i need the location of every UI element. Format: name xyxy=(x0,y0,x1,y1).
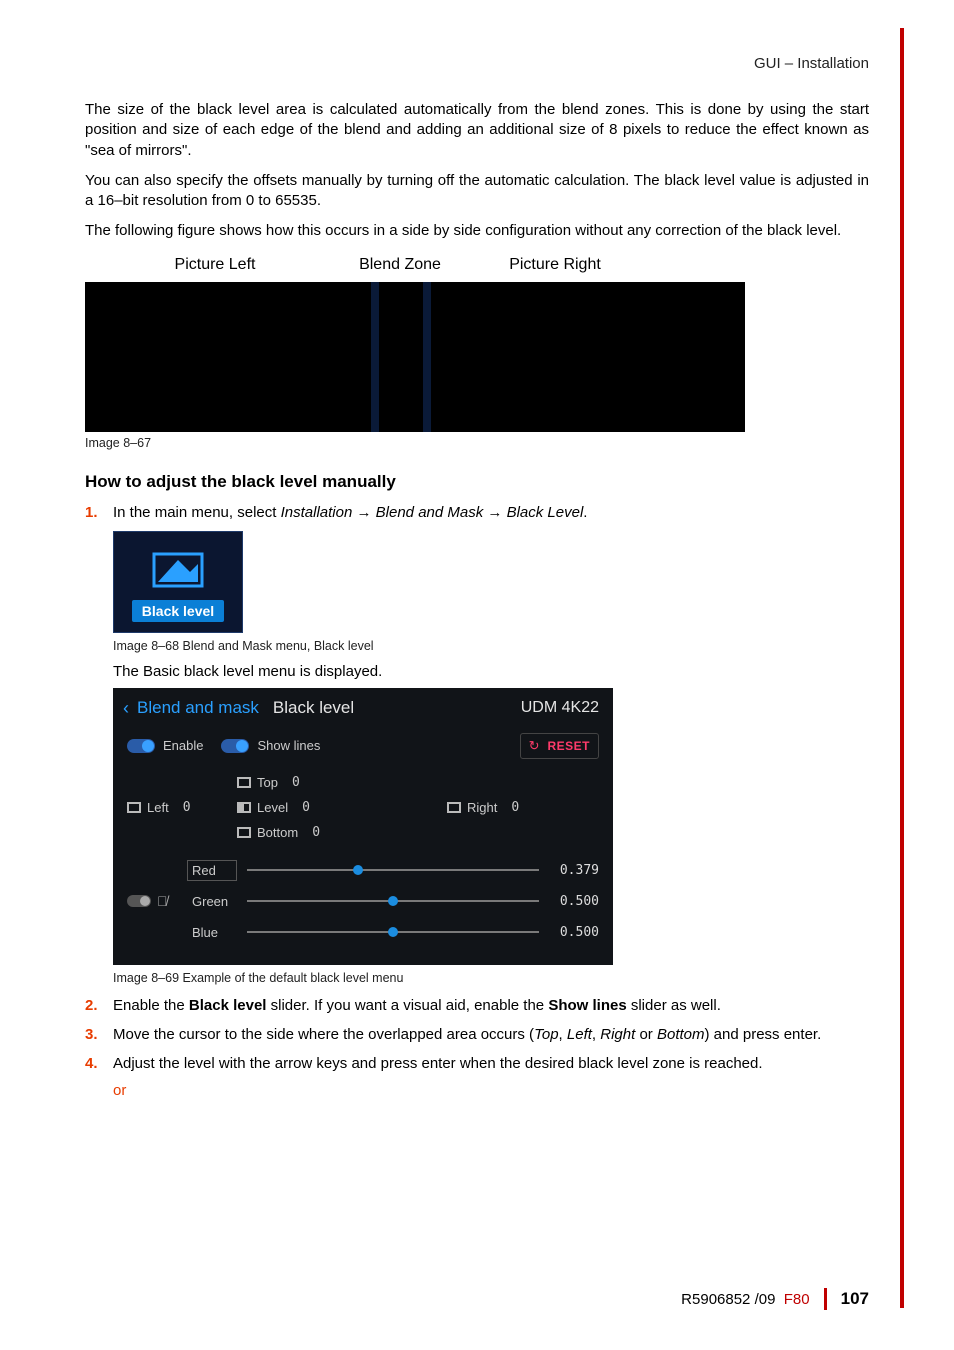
showlines-toggle[interactable] xyxy=(221,739,249,753)
edge-right[interactable]: Right0 xyxy=(447,800,519,815)
header-section: GUI – Installation xyxy=(85,55,869,72)
slider-green-value: 0.500 xyxy=(549,894,599,909)
step-3-body: Move the cursor to the side where the ov… xyxy=(113,1024,869,1045)
footer-page-number: 107 xyxy=(841,1289,869,1309)
step-4-body: Adjust the level with the arrow keys and… xyxy=(113,1053,869,1074)
menu-toggles-row: Enable Show lines ↻ RESET xyxy=(113,727,613,765)
step-3: 3. Move the cursor to the side where the… xyxy=(85,1024,869,1045)
black-level-tile[interactable]: Black level xyxy=(113,531,243,633)
menu-title: Black level xyxy=(273,698,354,718)
basic-menu-line: The Basic black level menu is displayed. xyxy=(113,663,869,680)
black-level-icon xyxy=(150,550,206,590)
slider-blue[interactable] xyxy=(247,931,539,933)
caption-image-8-67: Image 8–67 xyxy=(85,436,869,450)
edge-left[interactable]: Left0 xyxy=(127,800,237,815)
blend-diagram xyxy=(85,282,745,432)
diagram-label-mid: Blend Zone xyxy=(345,256,455,274)
page-footer: R5906852 /09 F80 107 xyxy=(681,1288,869,1310)
slider-green-row: 👁̸ Green 0.500 xyxy=(127,891,599,912)
edge-top[interactable]: Top0 xyxy=(237,775,300,790)
step-4: 4. Adjust the level with the arrow keys … xyxy=(85,1053,869,1074)
black-level-tile-label: Black level xyxy=(132,600,224,622)
page-edge-rule xyxy=(900,28,904,1308)
reset-icon: ↻ xyxy=(529,738,540,754)
caption-image-8-69: Image 8–69 Example of the default black … xyxy=(113,971,869,985)
slider-blue-row: Blue 0.500 xyxy=(127,922,599,943)
intro-para-3: The following figure shows how this occu… xyxy=(85,221,869,241)
enable-label: Enable xyxy=(163,738,203,753)
step-2-body: Enable the Black level slider. If you wa… xyxy=(113,995,869,1016)
showlines-label: Show lines xyxy=(257,738,320,753)
back-chevron-icon[interactable]: ‹ xyxy=(123,698,129,719)
menu-header: ‹ Blend and mask Black level UDM 4K22 xyxy=(113,688,613,727)
enable-toggle[interactable] xyxy=(127,739,155,753)
caption-image-8-68: Image 8–68 Blend and Mask menu, Black le… xyxy=(113,639,869,653)
diagram-label-right: Picture Right xyxy=(455,256,655,274)
step-3-number: 3. xyxy=(85,1024,113,1045)
step-2-number: 2. xyxy=(85,995,113,1016)
gain-toggle[interactable] xyxy=(127,895,151,907)
menu-edges-grid: Top0 Left0 Level0 Right0 Bottom0 xyxy=(113,765,613,856)
color-sliders: Red 0.379 👁̸ Green 0.500 Blue 0.500 xyxy=(113,856,613,965)
footer-divider xyxy=(824,1288,827,1310)
step-2: 2. Enable the Black level slider. If you… xyxy=(85,995,869,1016)
footer-docnum: R5906852 /09 xyxy=(681,1291,775,1308)
step-1-body: In the main menu, select Installation → … xyxy=(113,502,869,523)
slider-red[interactable] xyxy=(247,869,539,871)
slider-green[interactable] xyxy=(247,900,539,902)
step-1: 1. In the main menu, select Installation… xyxy=(85,502,869,523)
heading-adjust-black-level: How to adjust the black level manually xyxy=(85,472,869,492)
breadcrumb-blend-and-mask[interactable]: Blend and mask xyxy=(137,698,259,718)
step-4-number: 4. xyxy=(85,1053,113,1074)
slider-blue-value: 0.500 xyxy=(549,925,599,940)
slider-green-label[interactable]: Green xyxy=(187,891,237,912)
slider-red-row: Red 0.379 xyxy=(127,860,599,881)
reset-label: RESET xyxy=(547,739,590,753)
edge-level[interactable]: Level0 xyxy=(237,800,377,815)
diagram-label-left: Picture Left xyxy=(85,256,345,274)
step-1-number: 1. xyxy=(85,502,113,523)
intro-para-2: You can also specify the offsets manuall… xyxy=(85,171,869,212)
reset-button[interactable]: ↻ RESET xyxy=(520,733,599,759)
slider-red-value: 0.379 xyxy=(549,863,599,878)
black-level-menu: ‹ Blend and mask Black level UDM 4K22 En… xyxy=(113,688,613,965)
intro-para-1: The size of the black level area is calc… xyxy=(85,100,869,161)
diagram-labels: Picture Left Blend Zone Picture Right xyxy=(85,256,869,274)
edge-bottom[interactable]: Bottom0 xyxy=(237,825,320,840)
step-4-or: or xyxy=(113,1082,869,1099)
eye-off-icon[interactable]: 👁̸ xyxy=(157,893,168,909)
device-name: UDM 4K22 xyxy=(521,699,599,717)
footer-model: F80 xyxy=(784,1291,810,1308)
slider-blue-label[interactable]: Blue xyxy=(187,922,237,943)
slider-red-label[interactable]: Red xyxy=(187,860,237,881)
